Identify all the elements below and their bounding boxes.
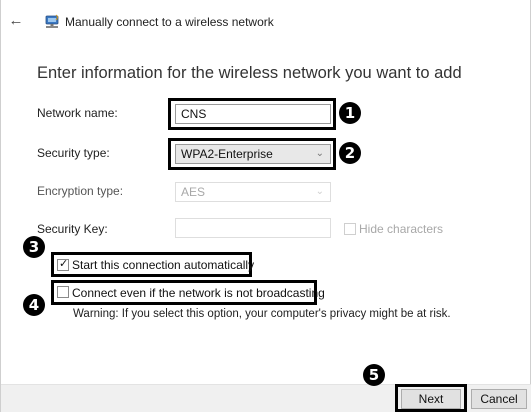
- annotation-badge-2: 2: [339, 142, 361, 164]
- hide-characters-label: Hide characters: [359, 222, 444, 236]
- connect-not-broadcasting-checkbox[interactable]: [57, 286, 69, 298]
- security-key-input[interactable]: [175, 218, 331, 238]
- security-key-label: Security Key:: [37, 222, 108, 236]
- security-type-label: Security type:: [37, 146, 110, 160]
- chevron-down-icon: ⌄: [315, 186, 324, 197]
- next-button[interactable]: Next: [401, 389, 461, 409]
- annotation-badge-3: 3: [23, 236, 45, 258]
- start-automatically-checkbox[interactable]: ✓: [57, 258, 69, 271]
- annotation-badge-4: 4: [23, 294, 45, 316]
- start-automatically-label: Start this connection automatically: [72, 258, 255, 272]
- encryption-type-label: Encryption type:: [37, 184, 124, 198]
- network-name-label: Network name:: [37, 106, 118, 120]
- hide-characters-checkbox[interactable]: [344, 223, 356, 235]
- dialog-window: ← Manually connect to a wireless network…: [0, 0, 531, 412]
- annotation-box-2: [168, 138, 336, 170]
- cancel-button[interactable]: Cancel: [471, 389, 527, 409]
- title-bar: ← Manually connect to a wireless network: [1, 0, 531, 42]
- back-arrow-icon[interactable]: ←: [7, 12, 25, 30]
- network-icon: [45, 14, 59, 28]
- page-heading: Enter information for the wireless netwo…: [37, 64, 462, 82]
- privacy-warning: Warning: If you select this option, your…: [73, 308, 451, 320]
- annotation-badge-5: 5: [363, 364, 385, 386]
- window-title: Manually connect to a wireless network: [65, 15, 274, 29]
- connect-not-broadcasting-label: Connect even if the network is not broad…: [72, 286, 325, 300]
- annotation-badge-1: 1: [339, 102, 361, 124]
- check-icon: ✓: [59, 258, 69, 270]
- encryption-type-value: AES: [181, 185, 206, 199]
- annotation-box-1: [168, 98, 336, 130]
- encryption-type-select[interactable]: AES ⌄: [175, 182, 331, 202]
